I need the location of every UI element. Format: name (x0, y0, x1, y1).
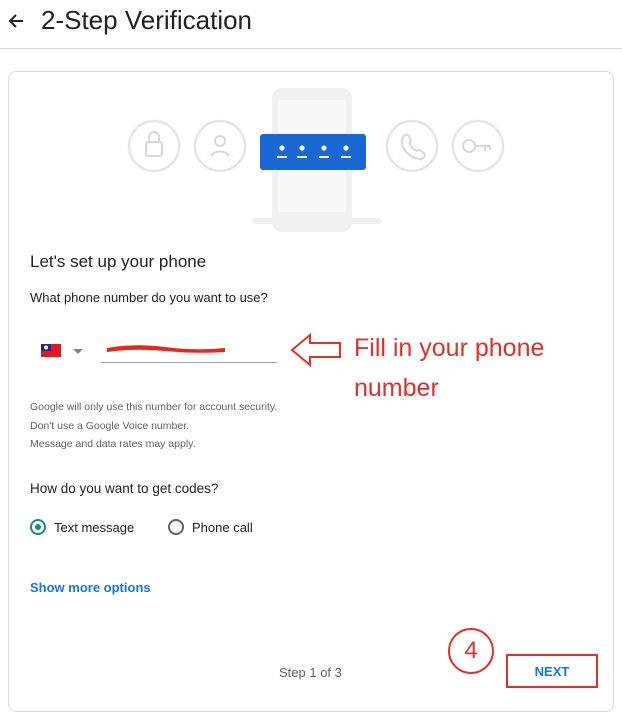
text-message-label: Text message (54, 519, 135, 535)
help-line: Message and data rates may apply. (30, 438, 196, 450)
phone-number-input[interactable] (101, 336, 277, 363)
phone-call-label: Phone call (192, 519, 253, 535)
phone-question: What phone number do you want to use? (30, 290, 268, 305)
annotation-line: Fill in your phone (354, 334, 545, 362)
country-selector[interactable] (39, 340, 99, 362)
help-line: Google will only use this number for acc… (30, 401, 278, 413)
codes-question: How do you want to get codes? (30, 481, 219, 496)
annotation-arrow-icon (290, 332, 341, 368)
phone-call-radio[interactable] (168, 519, 184, 535)
phone-call-option[interactable]: Phone call (168, 516, 253, 538)
next-button[interactable]: NEXT (506, 654, 598, 688)
annotation-step-number: 4 (448, 628, 494, 674)
arrow-back-icon[interactable] (6, 10, 26, 32)
text-message-radio[interactable] (30, 519, 46, 535)
step-indicator: Step 1 of 3 (279, 665, 342, 680)
phone-help-text: Google will only use this number for acc… (30, 398, 277, 454)
annotation-instruction: Fill in your phone number (354, 328, 544, 408)
text-message-option[interactable]: Text message (30, 516, 134, 538)
page-title: 2-Step Verification (41, 5, 253, 35)
password-dots-icon (260, 134, 366, 170)
annotation-line: number (354, 374, 439, 402)
help-line: Don't use a Google Voice number. (30, 419, 190, 432)
phone-illustration (127, 88, 505, 232)
show-more-options-link[interactable]: Show more options (30, 580, 151, 595)
top-app-bar: 2-Step Verification (0, 0, 622, 49)
taiwan-flag-icon (41, 344, 83, 357)
lock-icon (127, 119, 181, 173)
setup-heading: Let's set up your phone (30, 252, 207, 271)
dropdown-arrow-icon (73, 349, 83, 354)
